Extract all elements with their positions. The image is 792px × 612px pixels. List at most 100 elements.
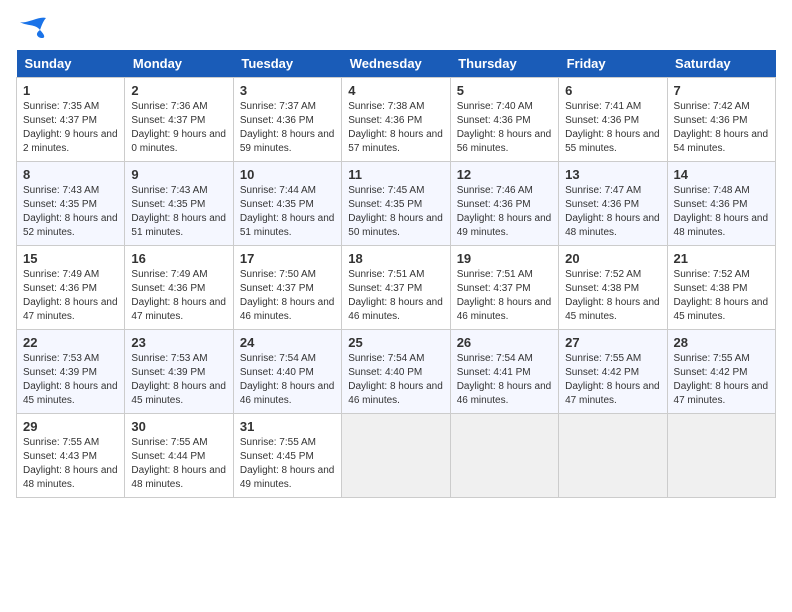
logo bbox=[16, 16, 48, 40]
calendar-cell: 7Sunrise: 7:42 AMSunset: 4:36 PMDaylight… bbox=[667, 78, 775, 162]
calendar-cell: 24 Sunrise: 7:54 AMSunset: 4:40 PMDayligh… bbox=[233, 330, 341, 414]
day-info: Sunrise: 7:55 AMSunset: 4:42 PMDaylight:… bbox=[674, 353, 769, 406]
day-info: Sunrise: 7:41 AMSunset: 4:36 PMDaylight:… bbox=[565, 101, 660, 154]
calendar-cell: 2 Sunrise: 7:36 AMSunset: 4:37 PMDaylight… bbox=[125, 78, 233, 162]
day-info: Sunrise: 7:48 AMSunset: 4:36 PMDaylight:… bbox=[674, 185, 769, 238]
day-number: 11 bbox=[348, 167, 443, 182]
calendar-cell: 5 Sunrise: 7:40 AMSunset: 4:36 PMDaylight… bbox=[450, 78, 558, 162]
day-info: Sunrise: 7:50 AMSunset: 4:37 PMDaylight:… bbox=[240, 269, 335, 322]
day-number: 5 bbox=[457, 83, 552, 98]
day-number: 12 bbox=[457, 167, 552, 182]
day-info: Sunrise: 7:54 AMSunset: 4:40 PMDaylight:… bbox=[240, 353, 335, 406]
header bbox=[16, 16, 776, 40]
day-number: 22 bbox=[23, 335, 118, 350]
day-number: 25 bbox=[348, 335, 443, 350]
day-info: Sunrise: 7:46 AMSunset: 4:36 PMDaylight:… bbox=[457, 185, 552, 238]
calendar-cell: 23Sunrise: 7:53 AMSunset: 4:39 PMDayligh… bbox=[125, 330, 233, 414]
day-number: 14 bbox=[674, 167, 769, 182]
day-info: Sunrise: 7:43 AMSunset: 4:35 PMDaylight:… bbox=[23, 185, 118, 238]
calendar-cell: 30 Sunrise: 7:55 AMSunset: 4:44 PMDayligh… bbox=[125, 414, 233, 498]
calendar-table: SundayMondayTuesdayWednesdayThursdayFrid… bbox=[16, 50, 776, 498]
calendar-week-row: 1 Sunrise: 7:35 AMSunset: 4:37 PMDaylight… bbox=[17, 78, 776, 162]
day-number: 18 bbox=[348, 251, 443, 266]
day-number: 30 bbox=[131, 419, 226, 434]
day-info: Sunrise: 7:52 AMSunset: 4:38 PMDaylight:… bbox=[565, 269, 660, 322]
calendar-cell: 26 Sunrise: 7:54 AMSunset: 4:41 PMDayligh… bbox=[450, 330, 558, 414]
day-info: Sunrise: 7:49 AMSunset: 4:36 PMDaylight:… bbox=[131, 269, 226, 322]
day-info: Sunrise: 7:43 AMSunset: 4:35 PMDaylight:… bbox=[131, 185, 226, 238]
day-number: 13 bbox=[565, 167, 660, 182]
day-number: 28 bbox=[674, 335, 769, 350]
day-number: 6 bbox=[565, 83, 660, 98]
day-number: 27 bbox=[565, 335, 660, 350]
day-info: Sunrise: 7:52 AMSunset: 4:38 PMDaylight:… bbox=[674, 269, 769, 322]
day-number: 23 bbox=[131, 335, 226, 350]
calendar-cell: 15Sunrise: 7:49 AMSunset: 4:36 PMDayligh… bbox=[17, 246, 125, 330]
column-header-tuesday: Tuesday bbox=[233, 50, 341, 78]
column-header-sunday: Sunday bbox=[17, 50, 125, 78]
day-info: Sunrise: 7:55 AMSunset: 4:43 PMDaylight:… bbox=[23, 437, 118, 490]
calendar-cell: 29Sunrise: 7:55 AMSunset: 4:43 PMDayligh… bbox=[17, 414, 125, 498]
column-header-wednesday: Wednesday bbox=[342, 50, 450, 78]
calendar-cell: 8 Sunrise: 7:43 AMSunset: 4:35 PMDaylight… bbox=[17, 162, 125, 246]
calendar-cell: 11Sunrise: 7:45 AMSunset: 4:35 PMDayligh… bbox=[342, 162, 450, 246]
day-info: Sunrise: 7:40 AMSunset: 4:36 PMDaylight:… bbox=[457, 101, 552, 154]
day-number: 19 bbox=[457, 251, 552, 266]
day-info: Sunrise: 7:54 AMSunset: 4:41 PMDaylight:… bbox=[457, 353, 552, 406]
calendar-cell: 9 Sunrise: 7:43 AMSunset: 4:35 PMDaylight… bbox=[125, 162, 233, 246]
calendar-cell: 19 Sunrise: 7:51 AMSunset: 4:37 PMDayligh… bbox=[450, 246, 558, 330]
calendar-cell: 17 Sunrise: 7:50 AMSunset: 4:37 PMDayligh… bbox=[233, 246, 341, 330]
day-info: Sunrise: 7:55 AMSunset: 4:42 PMDaylight:… bbox=[565, 353, 660, 406]
calendar-cell: 22 Sunrise: 7:53 AMSunset: 4:39 PMDayligh… bbox=[17, 330, 125, 414]
calendar-cell: 13 Sunrise: 7:47 AMSunset: 4:36 PMDayligh… bbox=[559, 162, 667, 246]
day-info: Sunrise: 7:35 AMSunset: 4:37 PMDaylight:… bbox=[23, 101, 118, 154]
day-number: 4 bbox=[348, 83, 443, 98]
calendar-cell bbox=[559, 414, 667, 498]
calendar-cell: 6 Sunrise: 7:41 AMSunset: 4:36 PMDaylight… bbox=[559, 78, 667, 162]
day-info: Sunrise: 7:51 AMSunset: 4:37 PMDaylight:… bbox=[457, 269, 552, 322]
day-info: Sunrise: 7:42 AMSunset: 4:36 PMDaylight:… bbox=[674, 101, 769, 154]
day-number: 1 bbox=[23, 83, 118, 98]
column-header-saturday: Saturday bbox=[667, 50, 775, 78]
calendar-cell: 31 Sunrise: 7:55 AMSunset: 4:45 PMDayligh… bbox=[233, 414, 341, 498]
day-info: Sunrise: 7:36 AMSunset: 4:37 PMDaylight:… bbox=[131, 101, 226, 154]
day-number: 24 bbox=[240, 335, 335, 350]
day-info: Sunrise: 7:44 AMSunset: 4:35 PMDaylight:… bbox=[240, 185, 335, 238]
day-number: 17 bbox=[240, 251, 335, 266]
day-info: Sunrise: 7:49 AMSunset: 4:36 PMDaylight:… bbox=[23, 269, 118, 322]
day-number: 2 bbox=[131, 83, 226, 98]
day-info: Sunrise: 7:38 AMSunset: 4:36 PMDaylight:… bbox=[348, 101, 443, 154]
day-number: 31 bbox=[240, 419, 335, 434]
column-header-thursday: Thursday bbox=[450, 50, 558, 78]
calendar-cell bbox=[342, 414, 450, 498]
calendar-cell: 3Sunrise: 7:37 AMSunset: 4:36 PMDaylight… bbox=[233, 78, 341, 162]
day-info: Sunrise: 7:55 AMSunset: 4:45 PMDaylight:… bbox=[240, 437, 335, 490]
day-number: 26 bbox=[457, 335, 552, 350]
calendar-cell: 21 Sunrise: 7:52 AMSunset: 4:38 PMDayligh… bbox=[667, 246, 775, 330]
day-info: Sunrise: 7:47 AMSunset: 4:36 PMDaylight:… bbox=[565, 185, 660, 238]
day-number: 9 bbox=[131, 167, 226, 182]
day-info: Sunrise: 7:37 AMSunset: 4:36 PMDaylight:… bbox=[240, 101, 335, 154]
calendar-cell bbox=[450, 414, 558, 498]
calendar-week-row: 29Sunrise: 7:55 AMSunset: 4:43 PMDayligh… bbox=[17, 414, 776, 498]
day-info: Sunrise: 7:53 AMSunset: 4:39 PMDaylight:… bbox=[23, 353, 118, 406]
calendar-cell: 16 Sunrise: 7:49 AMSunset: 4:36 PMDayligh… bbox=[125, 246, 233, 330]
column-header-monday: Monday bbox=[125, 50, 233, 78]
day-number: 16 bbox=[131, 251, 226, 266]
day-info: Sunrise: 7:55 AMSunset: 4:44 PMDaylight:… bbox=[131, 437, 226, 490]
day-number: 8 bbox=[23, 167, 118, 182]
day-info: Sunrise: 7:54 AMSunset: 4:40 PMDaylight:… bbox=[348, 353, 443, 406]
calendar-header-row: SundayMondayTuesdayWednesdayThursdayFrid… bbox=[17, 50, 776, 78]
day-number: 20 bbox=[565, 251, 660, 266]
calendar-cell: 25 Sunrise: 7:54 AMSunset: 4:40 PMDayligh… bbox=[342, 330, 450, 414]
logo-bird-icon bbox=[18, 16, 48, 40]
calendar-cell: 12 Sunrise: 7:46 AMSunset: 4:36 PMDayligh… bbox=[450, 162, 558, 246]
column-header-friday: Friday bbox=[559, 50, 667, 78]
calendar-week-row: 22 Sunrise: 7:53 AMSunset: 4:39 PMDayligh… bbox=[17, 330, 776, 414]
calendar-cell: 14 Sunrise: 7:48 AMSunset: 4:36 PMDayligh… bbox=[667, 162, 775, 246]
day-number: 21 bbox=[674, 251, 769, 266]
calendar-cell: 28 Sunrise: 7:55 AMSunset: 4:42 PMDayligh… bbox=[667, 330, 775, 414]
calendar-cell: 27 Sunrise: 7:55 AMSunset: 4:42 PMDayligh… bbox=[559, 330, 667, 414]
calendar-cell bbox=[667, 414, 775, 498]
calendar-week-row: 8 Sunrise: 7:43 AMSunset: 4:35 PMDaylight… bbox=[17, 162, 776, 246]
